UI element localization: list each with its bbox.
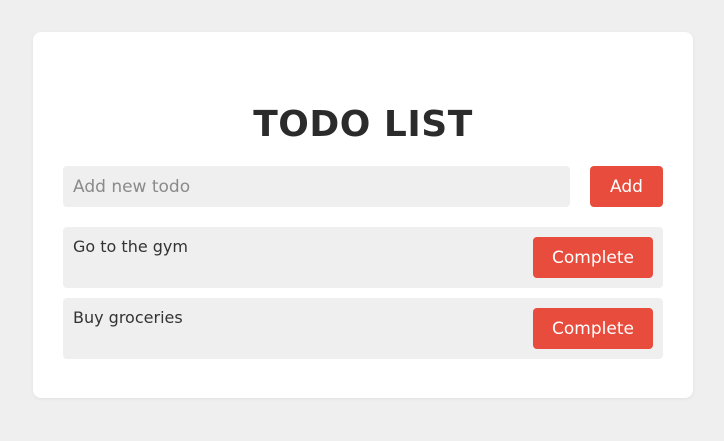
page-title: TODO LIST xyxy=(253,104,473,145)
complete-button[interactable]: Complete xyxy=(533,308,653,349)
list-item: Buy groceries Complete xyxy=(63,298,663,359)
add-button[interactable]: Add xyxy=(590,166,663,207)
todo-text: Go to the gym xyxy=(73,237,188,256)
list-item: Go to the gym Complete xyxy=(63,227,663,288)
add-todo-form: Add xyxy=(63,166,663,207)
todo-text: Buy groceries xyxy=(73,308,183,327)
todo-card: TODO LIST Add Go to the gym Complete Buy… xyxy=(33,32,693,398)
new-todo-input[interactable] xyxy=(63,166,570,207)
complete-button[interactable]: Complete xyxy=(533,237,653,278)
